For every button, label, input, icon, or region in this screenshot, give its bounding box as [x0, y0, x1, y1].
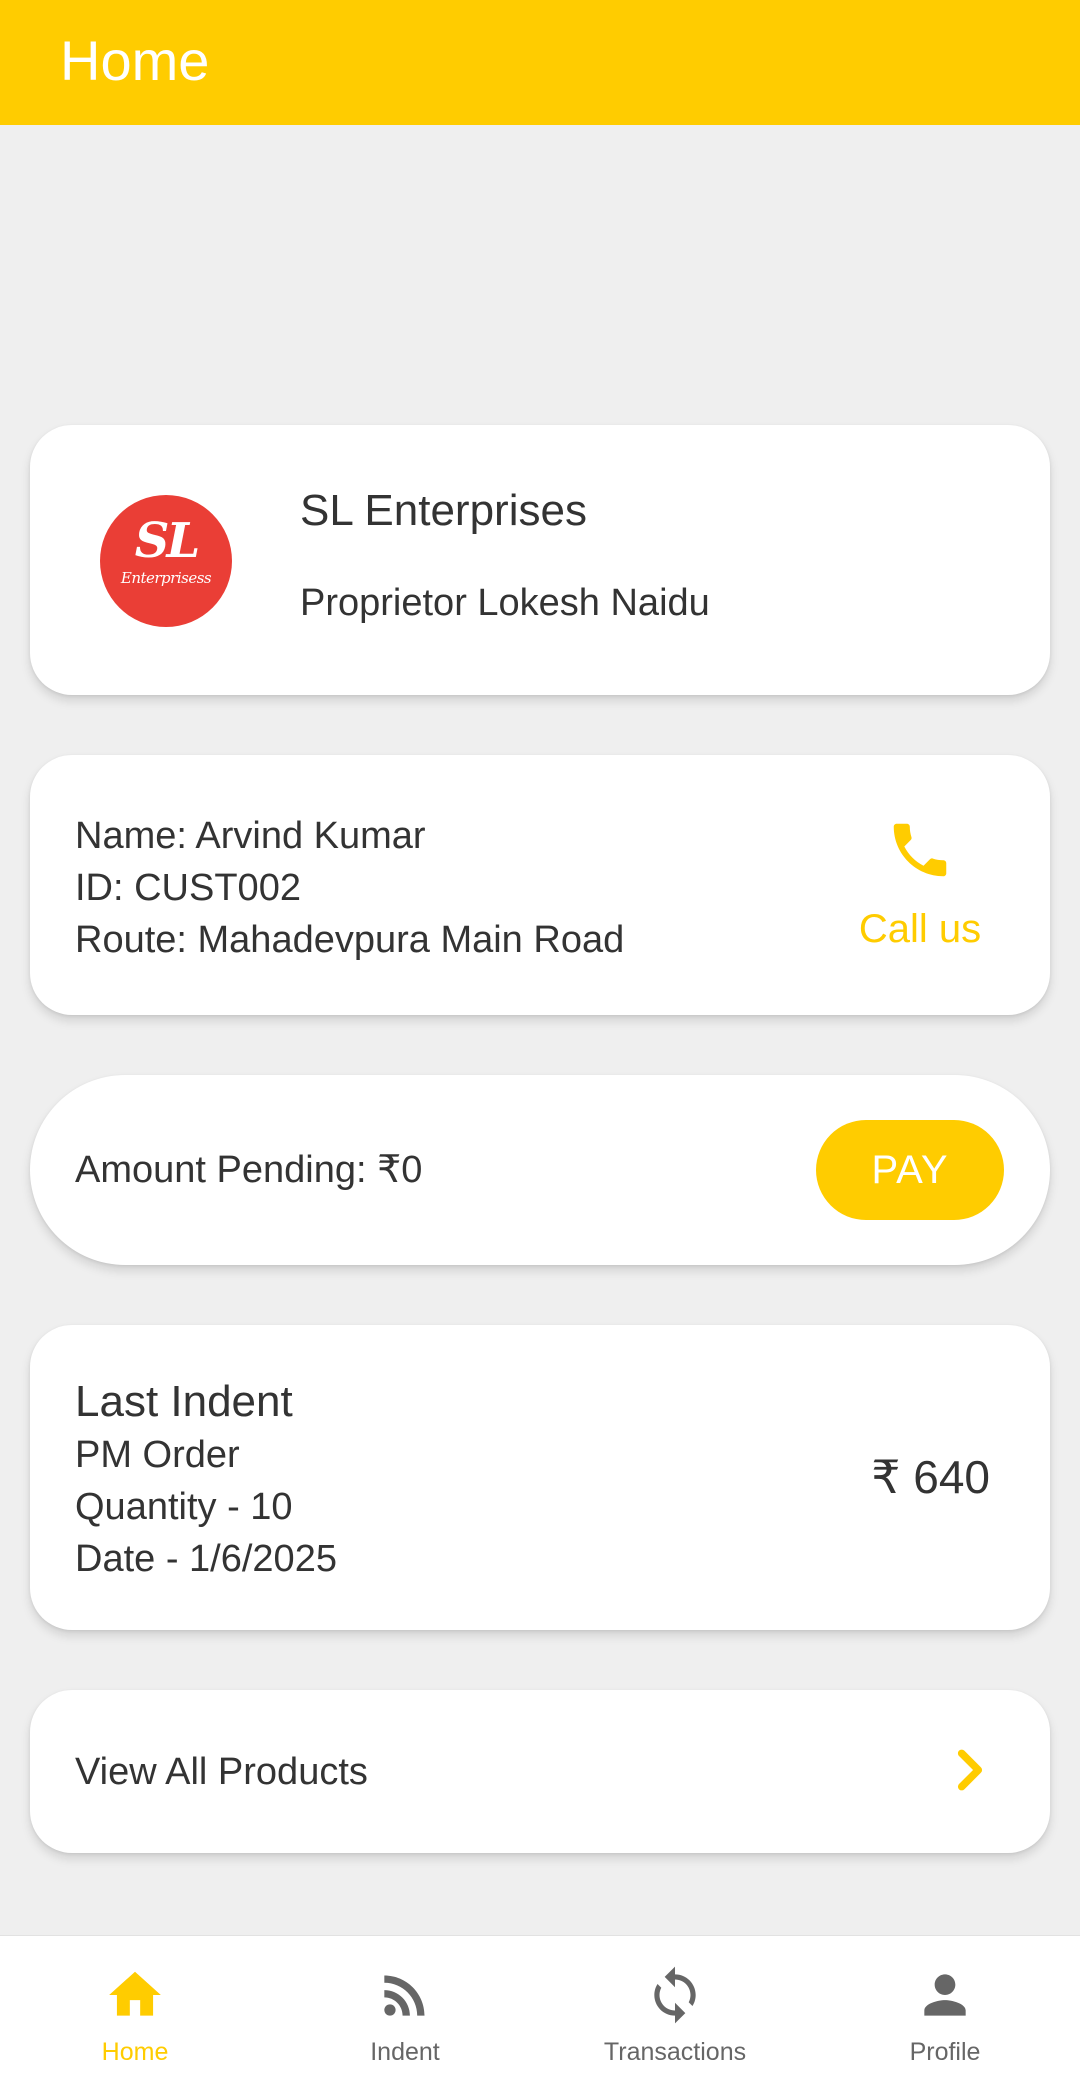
nav-label-indent: Indent — [370, 2038, 440, 2066]
nav-item-transactions[interactable]: Transactions — [540, 1936, 810, 2092]
logo-wordmark: Enterprisess — [120, 569, 212, 587]
app-bar: Home — [0, 0, 1080, 125]
last-indent-amount: ₹ 640 — [871, 1451, 990, 1503]
sync-icon — [654, 1966, 696, 2024]
customer-details: Name: Arvind Kumar ID: CUST002 Route: Ma… — [75, 810, 624, 966]
person-icon — [924, 1974, 966, 2016]
page-title: Home — [60, 29, 210, 92]
nav-label-transactions: Transactions — [603, 2038, 747, 2066]
call-us-button[interactable]: Call us — [830, 815, 1010, 955]
view-all-products-label: View All Products — [75, 1751, 368, 1793]
company-name: SL Enterprises — [300, 486, 587, 535]
last-indent-card[interactable]: Last Indent PM Order Quantity - 10 Date … — [30, 1325, 1050, 1630]
company-card: SL Enterprisess SL Enterprises Proprieto… — [30, 425, 1050, 695]
view-all-products-button[interactable]: View All Products — [30, 1690, 1050, 1853]
last-indent-quantity: Quantity - 10 — [75, 1486, 293, 1528]
nav-label-profile: Profile — [909, 2038, 981, 2066]
nav-item-home[interactable]: Home — [0, 1936, 270, 2092]
customer-name: Name: Arvind Kumar — [75, 815, 426, 857]
last-indent-order: PM Order — [75, 1434, 240, 1476]
last-indent-details: PM Order Quantity - 10 Date - 1/6/2025 — [75, 1429, 337, 1585]
customer-route: Route: Mahadevpura Main Road — [75, 919, 625, 961]
company-logo: SL Enterprisess — [100, 495, 232, 627]
last-indent-date: Date - 1/6/2025 — [75, 1538, 337, 1580]
bottom-navigation: Home Indent Transactions Profile — [0, 1935, 1080, 2092]
last-indent-title: Last Indent — [75, 1377, 293, 1426]
customer-id: ID: CUST002 — [75, 867, 301, 909]
amount-pending-card: Amount Pending: ₹0 PAY — [30, 1075, 1050, 1265]
amount-pending-text: Amount Pending: ₹0 — [75, 1149, 423, 1191]
call-us-label: Call us — [858, 907, 982, 951]
rss-feed-icon — [384, 1975, 425, 2016]
logo-monogram: SL — [134, 513, 200, 569]
nav-item-indent[interactable]: Indent — [270, 1936, 540, 2092]
pay-button[interactable]: PAY — [816, 1120, 1004, 1220]
phone-icon — [893, 823, 947, 877]
customer-card: Name: Arvind Kumar ID: CUST002 Route: Ma… — [30, 755, 1050, 1015]
company-owner: Proprietor Lokesh Naidu — [300, 582, 710, 624]
home-icon — [109, 1971, 161, 2016]
chevron-right-icon — [957, 1749, 983, 1791]
nav-item-profile[interactable]: Profile — [810, 1936, 1080, 2092]
nav-label-home: Home — [101, 2038, 169, 2066]
